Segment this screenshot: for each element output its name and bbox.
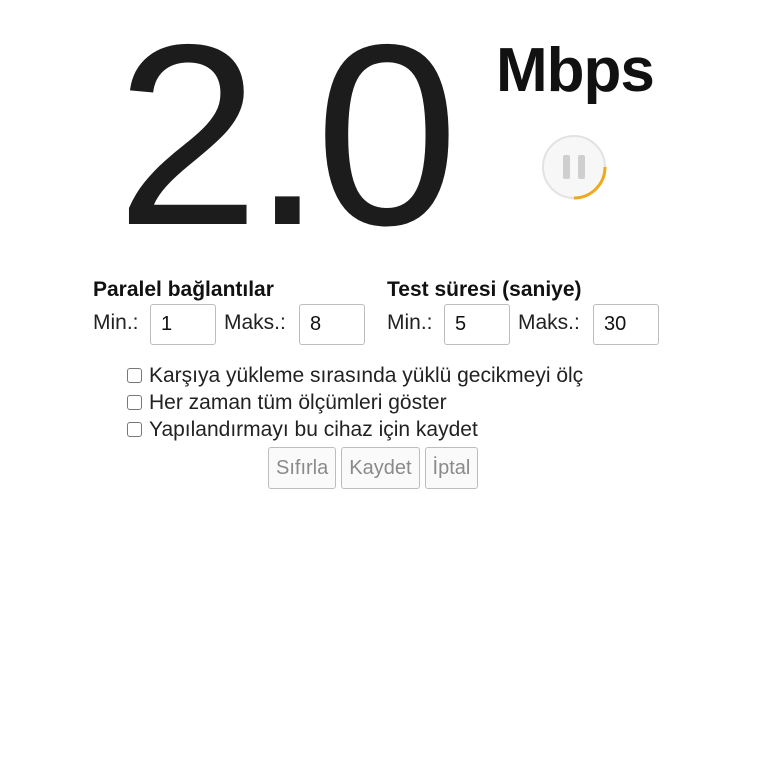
show-all-metrics-label: Her zaman tüm ölçümleri göster (149, 390, 447, 414)
parallel-min-label: Min.: (93, 311, 139, 334)
parallel-max-label: Maks.: (224, 311, 286, 334)
duration-min-label: Min.: (387, 311, 433, 334)
pause-button[interactable] (541, 134, 607, 200)
action-buttons: Sıfırla Kaydet İptal (268, 447, 479, 489)
reset-button[interactable]: Sıfırla (268, 447, 337, 489)
speed-unit: Mbps (496, 36, 655, 105)
test-duration-title: Test süresi (saniye) (387, 278, 582, 301)
speed-value: 2.0 (116, 0, 459, 279)
show-all-metrics-checkbox[interactable] (127, 395, 142, 410)
duration-min-input[interactable] (444, 304, 510, 345)
options-list: Karşıya yükleme sırasında yüklü gecikmey… (127, 362, 583, 443)
option-show-all-metrics[interactable]: Her zaman tüm ölçümleri göster (127, 389, 583, 416)
duration-max-label: Maks.: (518, 311, 580, 334)
option-loaded-latency[interactable]: Karşıya yükleme sırasında yüklü gecikmey… (127, 362, 583, 389)
duration-max-input[interactable] (593, 304, 659, 345)
parallel-max-input[interactable] (299, 304, 365, 345)
parallel-min-input[interactable] (150, 304, 216, 345)
pause-icon (542, 135, 607, 200)
loaded-latency-label: Karşıya yükleme sırasında yüklü gecikmey… (149, 363, 584, 387)
option-save-config[interactable]: Yapılandırmayı bu cihaz için kaydet (127, 416, 583, 443)
loaded-latency-checkbox[interactable] (127, 368, 142, 383)
save-config-checkbox[interactable] (127, 422, 142, 437)
save-button[interactable]: Kaydet (341, 447, 420, 489)
cancel-button[interactable]: İptal (424, 447, 479, 489)
save-config-label: Yapılandırmayı bu cihaz için kaydet (149, 417, 478, 441)
parallel-connections-title: Paralel bağlantılar (93, 278, 274, 301)
